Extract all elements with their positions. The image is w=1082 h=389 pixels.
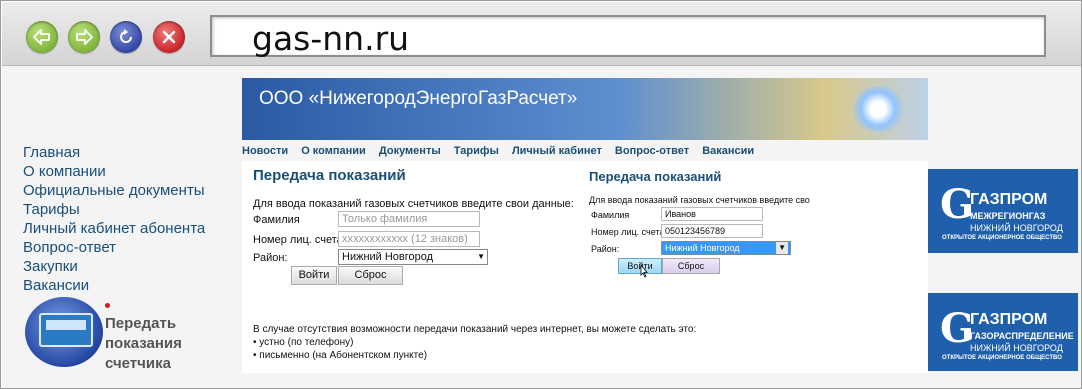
sidebar-item-about[interactable]: О компании xyxy=(23,162,205,181)
nav-documents[interactable]: Документы xyxy=(379,145,441,157)
nav-faq[interactable]: Вопрос-ответ xyxy=(615,145,689,157)
sidebar-item-documents[interactable]: Официальные документы xyxy=(23,181,205,200)
logo-line: ГАЗОРАСПРЕДЕЛЕНИЕ xyxy=(970,331,1074,341)
district-value: Нижний Новгород xyxy=(342,251,434,263)
form-heading-right: Передача показаний xyxy=(589,169,722,184)
gazprom-mezhregiongaz-logo[interactable]: G ГАЗПРОМ МЕЖРЕГИОНГАЗ НИЖНИЙ НОВГОРОД О… xyxy=(928,169,1078,253)
form-intro: Для ввода показаний газовых счетчиков вв… xyxy=(253,198,574,210)
forward-button[interactable] xyxy=(68,21,100,53)
back-button[interactable] xyxy=(26,21,58,53)
reload-icon xyxy=(120,29,132,43)
offline-note: В случае отсутствия возможности передачи… xyxy=(253,324,697,335)
logo-line: НИЖНИЙ НОВГОРОД xyxy=(970,343,1063,353)
sidebar-item-purchases[interactable]: Закупки xyxy=(23,257,205,276)
district-select[interactable]: Нижний Новгород ▼ xyxy=(338,249,488,265)
note-item: • письменно (на Абонентском пункте) xyxy=(253,350,428,361)
form-heading: Передача показаний xyxy=(253,167,406,184)
arrow-right-icon xyxy=(76,29,93,45)
login-button[interactable]: Войти xyxy=(291,266,337,285)
logo-line: МЕЖРЕГИОНГАЗ xyxy=(970,211,1046,221)
site-banner: ООО «НижегородЭнергоГазРасчет» xyxy=(242,78,928,140)
sidebar-item-tariffs[interactable]: Тарифы xyxy=(23,200,205,219)
close-icon xyxy=(162,30,176,44)
sidebar-item-cabinet[interactable]: Личный кабинет абонента xyxy=(23,219,205,238)
nav-news[interactable]: Новости xyxy=(242,145,288,157)
district-label-right: Район: xyxy=(591,244,620,254)
chevron-down-icon: ▼ xyxy=(477,252,485,261)
form-intro-right: Для ввода показаний газовых счетчиков вв… xyxy=(589,195,810,205)
surname-label-right: Фамилия xyxy=(591,210,630,220)
note-item: • устно (по телефону) xyxy=(253,337,354,348)
account-label-right: Номер лиц. счета xyxy=(591,227,665,237)
note-item-text: устно (по телефону) xyxy=(259,337,354,348)
sidebar-menu: Главная О компании Официальные документы… xyxy=(23,143,205,295)
district-value-right: Нижний Новгород xyxy=(665,243,740,253)
logo-line: ОТКРЫТОЕ АКЦИОНЕРНОЕ ОБЩЕСТВО xyxy=(942,355,1062,361)
reset-button-right[interactable]: Сброс xyxy=(662,258,720,274)
meter-caption-line: показания xyxy=(105,335,182,352)
stop-button[interactable] xyxy=(153,21,185,53)
browser-toolbar: gas-nn.ru xyxy=(2,2,1081,66)
account-label: Номер лиц. счета xyxy=(253,234,343,246)
address-bar[interactable]: gas-nn.ru xyxy=(210,15,1046,58)
surname-input-right[interactable]: Иванов xyxy=(661,207,763,221)
logo-title: ГАЗПРОМ xyxy=(970,191,1048,208)
surname-input[interactable]: Только фамилия xyxy=(338,211,480,227)
sidebar-item-vacancies[interactable]: Вакансии xyxy=(23,276,205,295)
top-navigation: Новости О компании Документы Тарифы Личн… xyxy=(242,145,764,157)
url-text: gas-nn.ru xyxy=(252,19,410,58)
note-item-text: письменно (на Абонентском пункте) xyxy=(259,350,428,361)
company-name: ООО «НижегородЭнергоГазРасчет» xyxy=(259,88,578,109)
nav-tariffs[interactable]: Тарифы xyxy=(454,145,499,157)
submit-readings-link[interactable]: Передать показания счетчика xyxy=(105,314,182,374)
logo-line: ОТКРЫТОЕ АКЦИОНЕРНОЕ ОБЩЕСТВО xyxy=(942,235,1062,241)
gazprom-gazoraspredelenie-logo[interactable]: G ГАЗПРОМ ГАЗОРАСПРЕДЕЛЕНИЕ НИЖНИЙ НОВГО… xyxy=(928,293,1078,371)
account-input-right[interactable]: 050123456789 xyxy=(661,224,763,238)
sidebar-item-home[interactable]: Главная xyxy=(23,143,205,162)
notification-dot xyxy=(105,303,110,308)
nav-about[interactable]: О компании xyxy=(301,145,366,157)
meter-panel xyxy=(39,313,93,347)
screenshot-frame: gas-nn.ru Главная О компании Официальные… xyxy=(0,0,1082,389)
meter-caption-line: счетчика xyxy=(105,355,171,372)
logo-line: НИЖНИЙ НОВГОРОД xyxy=(970,223,1063,233)
nav-cabinet[interactable]: Личный кабинет xyxy=(512,145,602,157)
arrow-left-icon xyxy=(33,29,50,45)
surname-label: Фамилия xyxy=(253,214,300,226)
meter-caption-line: Передать xyxy=(105,315,177,332)
meter-display xyxy=(46,320,86,330)
reload-button[interactable] xyxy=(110,21,142,53)
mouse-cursor-icon xyxy=(640,264,648,278)
sidebar-item-faq[interactable]: Вопрос-ответ xyxy=(23,238,205,257)
reset-button[interactable]: Сброс xyxy=(338,266,403,285)
gas-flame-icon xyxy=(848,86,908,132)
logo-title: ГАЗПРОМ xyxy=(970,311,1048,328)
chevron-down-icon: ▼ xyxy=(776,242,788,254)
gas-meter-icon[interactable] xyxy=(25,297,103,367)
account-input[interactable]: xxxxxxxxxxxx (12 знаков) xyxy=(338,231,480,247)
district-label: Район: xyxy=(253,252,288,264)
district-select-right[interactable]: Нижний Новгород ▼ xyxy=(661,241,791,255)
main-content: Передача показаний Для ввода показаний г… xyxy=(242,161,928,373)
nav-vacancies[interactable]: Вакансии xyxy=(702,145,754,157)
